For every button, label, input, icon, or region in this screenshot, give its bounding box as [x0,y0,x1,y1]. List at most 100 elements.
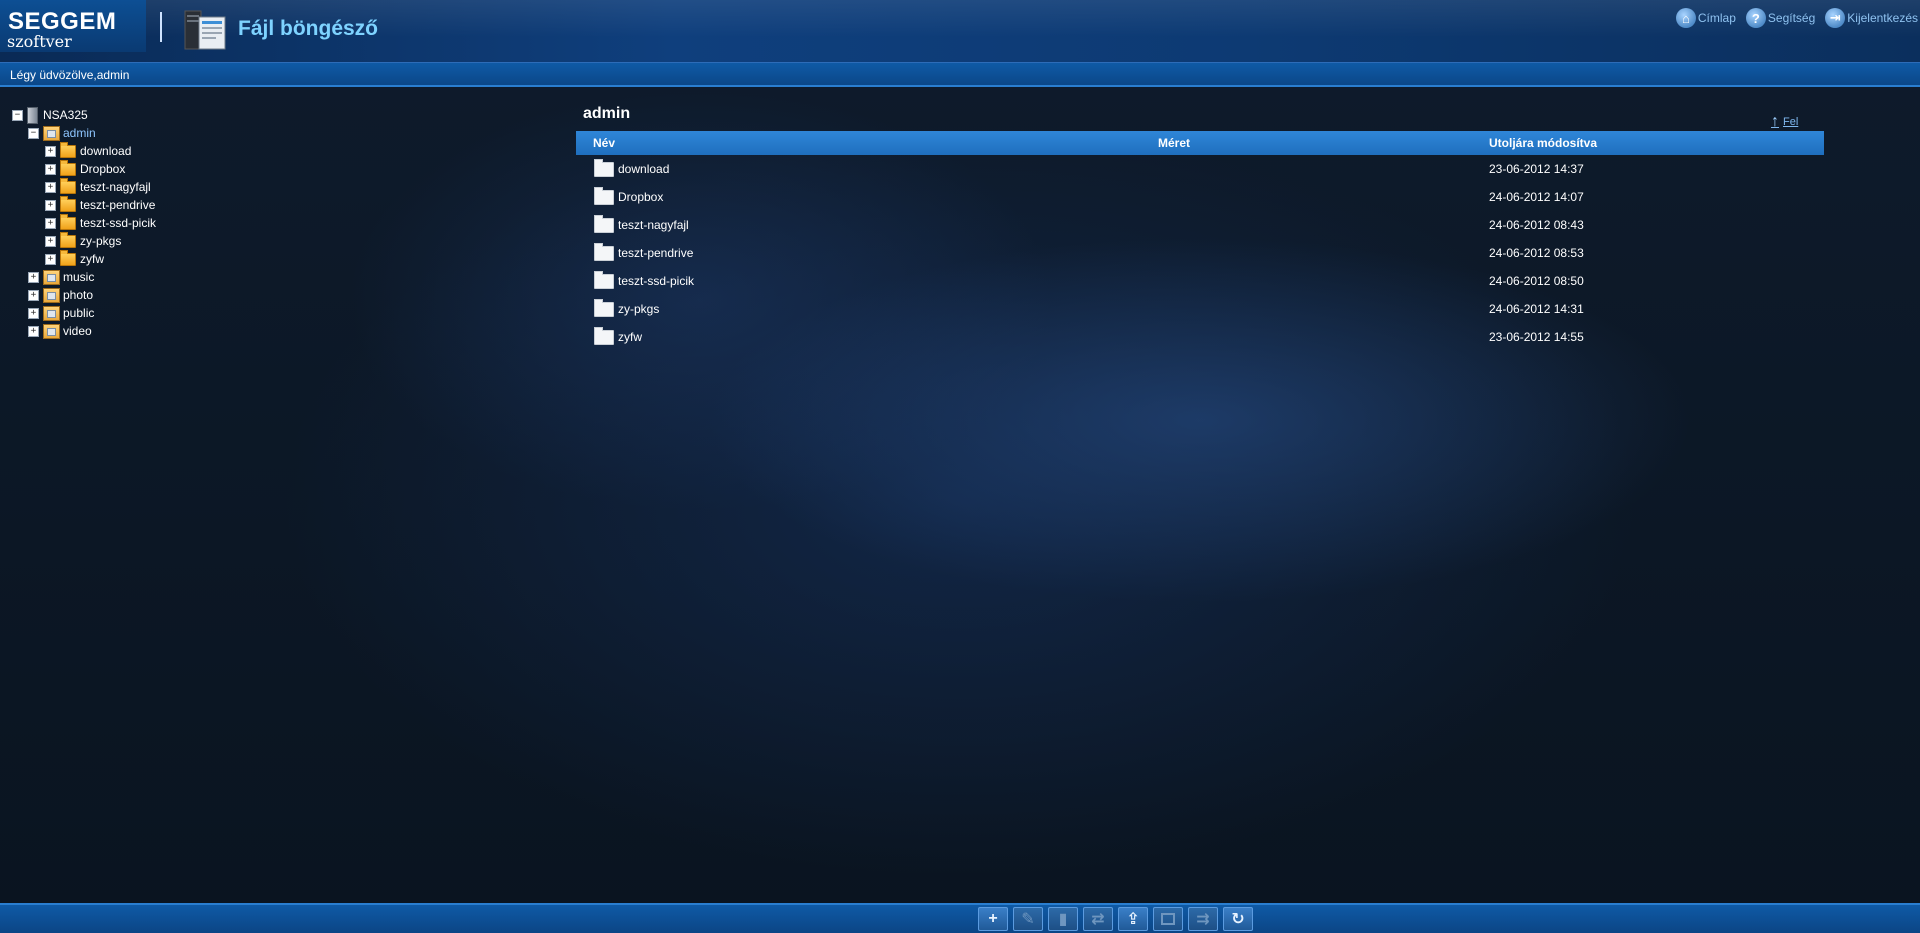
expand-icon[interactable]: + [28,325,39,337]
table-row[interactable]: teszt-pendrive 24-06-2012 08:53 [576,241,1824,265]
move-icon: ⇄ [1091,911,1105,928]
tree-item-music[interactable]: + music [28,268,94,286]
table-row[interactable]: teszt-nagyfajl 24-06-2012 08:43 [576,213,1824,237]
tree-item-public[interactable]: + public [28,304,94,322]
file-name[interactable]: teszt-pendrive [618,241,693,265]
column-header-modified[interactable]: Utoljára módosítva [1489,131,1597,155]
tree-item-label: teszt-ssd-picik [80,216,157,230]
file-browser-icon [184,10,226,50]
file-name[interactable]: download [618,157,669,181]
nav-logout-label: Kijelentkezés [1847,11,1918,25]
tree-item-zyfw[interactable]: + zyfw [45,249,104,268]
tree-item-label: admin [63,126,96,140]
help-icon: ? [1745,8,1766,28]
tree-item-label: zy-pkgs [80,234,122,248]
tree-item-teszt-nagyfajl[interactable]: + teszt-nagyfajl [45,177,151,196]
top-nav: ⌂ Címlap ? Segítség ⇥ Kijelentkezés [1675,8,1918,28]
table-row[interactable]: zyfw 23-06-2012 14:55 [576,325,1824,349]
expand-icon[interactable]: + [45,163,56,175]
nav-home-link[interactable]: ⌂ Címlap [1675,8,1736,28]
file-name[interactable]: zy-pkgs [618,297,659,321]
file-name[interactable]: teszt-ssd-picik [618,269,694,293]
file-modified: 24-06-2012 14:31 [1489,302,1584,316]
tree-item-teszt-ssd-picik[interactable]: + teszt-ssd-picik [45,213,157,232]
tree-item-zy-pkgs[interactable]: + zy-pkgs [45,231,122,250]
nav-help-link[interactable]: ? Segítség [1745,8,1816,28]
share-folder-icon [43,287,60,303]
folder-icon [60,195,76,212]
expand-icon[interactable]: + [45,217,56,229]
expand-icon[interactable]: + [45,199,56,211]
tree-item-label: video [63,324,92,338]
tree-item-admin[interactable]: − admin [28,124,96,142]
tree-item-label: download [80,144,132,158]
folder-icon [594,326,614,345]
file-name[interactable]: Dropbox [618,185,663,209]
expand-icon[interactable]: + [28,271,39,283]
logo: SEGGEM szoftver [0,0,146,52]
tree-item-video[interactable]: + video [28,322,92,340]
header-bar: SEGGEM szoftver Fájl böngésző ⌂ Címlap ?… [0,0,1920,63]
tree-item-dropbox[interactable]: + Dropbox [45,159,125,178]
folder-icon [594,298,614,317]
file-name[interactable]: teszt-nagyfajl [618,213,689,237]
app-window: SEGGEM szoftver Fájl böngésző ⌂ Címlap ?… [0,0,1920,933]
collapse-icon[interactable]: − [28,127,39,139]
tree-root-label: NSA325 [43,108,88,122]
nav-help-label: Segítség [1767,11,1816,25]
column-header-name[interactable]: Név [593,131,615,155]
folder-icon [60,177,76,194]
header-divider [160,12,162,42]
welcome-bar: Légy üdvözölve,admin [0,63,1920,87]
folder-icon [594,214,614,233]
table-row[interactable]: Dropbox 24-06-2012 14:07 [576,185,1824,209]
arrow-up-icon: ↑ [1771,113,1779,130]
rename-button[interactable]: ✎ [1013,907,1043,931]
table-row[interactable]: teszt-ssd-picik 24-06-2012 08:50 [576,269,1824,293]
move-button[interactable]: ⇄ [1083,907,1113,931]
add-button[interactable]: + [978,907,1008,931]
collapse-icon[interactable]: − [12,109,23,121]
tree-item-teszt-pendrive[interactable]: + teszt-pendrive [45,195,155,214]
expand-icon[interactable]: + [45,235,56,247]
copy-button[interactable] [1153,907,1183,931]
file-name[interactable]: zyfw [618,325,642,349]
share-folder-icon [43,323,60,339]
column-header-size[interactable]: Méret [1158,131,1190,155]
copy-icon [1161,913,1175,925]
cut-icon: ⇉ [1196,911,1210,928]
expand-icon[interactable]: + [28,289,39,301]
expand-icon[interactable]: + [28,307,39,319]
tree-item-photo[interactable]: + photo [28,286,93,304]
server-icon [27,106,38,124]
tree-item-download[interactable]: + download [45,141,132,160]
table-row[interactable]: zy-pkgs 24-06-2012 14:31 [576,297,1824,321]
refresh-icon: ↻ [1231,911,1245,928]
up-folder-link[interactable]: ↑ Fel [1771,113,1798,131]
rename-icon: ✎ [1021,911,1035,928]
refresh-button[interactable]: ↻ [1223,907,1253,931]
table-row[interactable]: download 23-06-2012 14:37 [576,157,1824,181]
upload-button[interactable]: ⇪ [1118,907,1148,931]
folder-icon [594,158,614,177]
delete-button[interactable]: ▮ [1048,907,1078,931]
cut-button[interactable]: ⇉ [1188,907,1218,931]
current-folder-title: admin [583,105,631,122]
share-folder-icon [43,125,60,141]
folder-icon [60,231,76,248]
file-modified: 24-06-2012 08:53 [1489,246,1584,260]
folder-icon [594,186,614,205]
logo-subtitle: szoftver [7,32,72,51]
expand-icon[interactable]: + [45,181,56,193]
folder-icon [60,159,76,176]
bottom-toolbar: + ✎ ▮ ⇄ ⇪ ⇉ ↻ [0,903,1920,933]
share-folder-icon [43,305,60,321]
folder-icon [60,213,76,230]
folder-icon [594,270,614,289]
nav-logout-link[interactable]: ⇥ Kijelentkezés [1825,8,1918,28]
folder-icon [60,249,76,266]
delete-icon: ▮ [1058,911,1068,928]
expand-icon[interactable]: + [45,145,56,157]
tree-root[interactable]: − NSA325 [12,106,88,124]
expand-icon[interactable]: + [45,253,56,265]
